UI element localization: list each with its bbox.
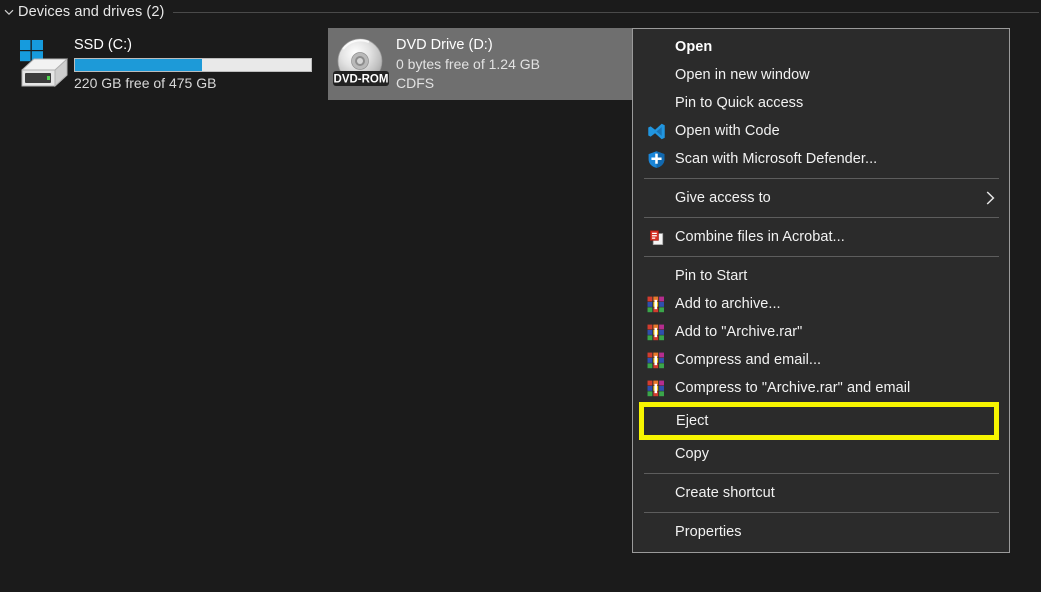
winrar-icon	[641, 293, 671, 315]
menu-item-icon-placeholder	[641, 64, 671, 86]
menu-separator	[644, 256, 999, 257]
menu-item-label: Add to archive...	[671, 294, 781, 314]
dvd-rom-badge-text: DVD-ROM	[334, 74, 389, 86]
menu-item-label: Copy	[671, 444, 709, 464]
menu-item-compress-to-archive-rar-and-email[interactable]: Compress to "Archive.rar" and email	[633, 374, 1009, 402]
menu-item-add-to-archive-rar[interactable]: Add to "Archive.rar"	[633, 318, 1009, 346]
drive-filesystem: CDFS	[396, 74, 630, 93]
group-title: Devices and drives (2)	[18, 4, 173, 20]
menu-item-label: Open in new window	[671, 65, 810, 85]
drive-tile-ssd[interactable]: SSD (C:) 220 GB free of 475 GB	[6, 28, 320, 100]
menu-item-icon-placeholder	[641, 36, 671, 58]
drive-capacity-text: 0 bytes free of 1.24 GB	[396, 55, 630, 74]
menu-item-create-shortcut[interactable]: Create shortcut	[633, 479, 1009, 507]
menu-item-icon-placeholder	[641, 265, 671, 287]
menu-item-label: Pin to Quick access	[671, 93, 803, 113]
menu-item-label: Properties	[671, 522, 742, 542]
acrobat-combine-icon	[641, 226, 671, 248]
menu-item-label: Add to "Archive.rar"	[671, 322, 802, 342]
menu-separator	[644, 178, 999, 179]
menu-item-pin-to-start[interactable]: Pin to Start	[633, 262, 1009, 290]
menu-item-open[interactable]: Open	[633, 33, 1009, 61]
devices-group-header[interactable]: Devices and drives (2)	[0, 0, 1041, 24]
menu-item-pin-to-quick-access[interactable]: Pin to Quick access	[633, 89, 1009, 117]
capacity-bar	[74, 58, 312, 72]
winrar-icon	[641, 349, 671, 371]
menu-item-label: Compress and email...	[671, 350, 821, 370]
menu-item-scan-with-microsoft-defender[interactable]: Scan with Microsoft Defender...	[633, 145, 1009, 173]
winrar-icon	[641, 321, 671, 343]
menu-item-icon-placeholder	[641, 482, 671, 504]
menu-item-compress-and-email[interactable]: Compress and email...	[633, 346, 1009, 374]
menu-separator	[644, 473, 999, 474]
group-divider	[173, 12, 1039, 13]
drive-name: DVD Drive (D:)	[396, 35, 630, 55]
capacity-bar-fill	[75, 59, 202, 71]
winrar-icon	[641, 377, 671, 399]
hard-drive-icon	[10, 34, 74, 94]
menu-item-properties[interactable]: Properties	[633, 518, 1009, 546]
menu-item-label: Compress to "Archive.rar" and email	[671, 378, 910, 398]
drive-name: SSD (C:)	[74, 35, 316, 55]
drive-capacity-text: 220 GB free of 475 GB	[74, 74, 316, 93]
chevron-down-icon[interactable]	[0, 0, 18, 24]
menu-item-open-with-code[interactable]: Open with Code	[633, 117, 1009, 145]
menu-item-combine-files-in-acrobat[interactable]: Combine files in Acrobat...	[633, 223, 1009, 251]
menu-item-label: Create shortcut	[671, 483, 775, 503]
menu-separator	[644, 217, 999, 218]
menu-item-label: Pin to Start	[671, 266, 747, 286]
menu-item-label: Eject	[670, 411, 709, 431]
chevron-right-icon	[985, 190, 996, 206]
menu-item-icon-placeholder	[646, 410, 670, 432]
menu-separator	[644, 512, 999, 513]
defender-shield-icon	[641, 148, 671, 170]
menu-item-label: Scan with Microsoft Defender...	[671, 149, 877, 169]
menu-item-label: Combine files in Acrobat...	[671, 227, 845, 247]
menu-item-eject[interactable]: Eject	[639, 402, 999, 440]
menu-item-copy[interactable]: Copy	[633, 440, 1009, 468]
dvd-rom-disc-icon: DVD-ROM	[332, 34, 396, 94]
menu-item-icon-placeholder	[641, 187, 671, 209]
menu-item-icon-placeholder	[641, 92, 671, 114]
menu-item-icon-placeholder	[641, 521, 671, 543]
menu-item-icon-placeholder	[641, 443, 671, 465]
vscode-icon	[641, 120, 671, 142]
menu-item-add-to-archive[interactable]: Add to archive...	[633, 290, 1009, 318]
menu-item-label: Open with Code	[671, 121, 780, 141]
menu-item-label: Give access to	[671, 188, 771, 208]
menu-item-open-in-new-window[interactable]: Open in new window	[633, 61, 1009, 89]
context-menu: Open Open in new window Pin to Quick acces…	[632, 28, 1010, 553]
drive-tile-dvd[interactable]: DVD-ROM DVD Drive (D:) 0 bytes free of 1…	[328, 28, 634, 100]
menu-item-label: Open	[671, 37, 712, 57]
menu-item-give-access-to[interactable]: Give access to	[633, 184, 1009, 212]
